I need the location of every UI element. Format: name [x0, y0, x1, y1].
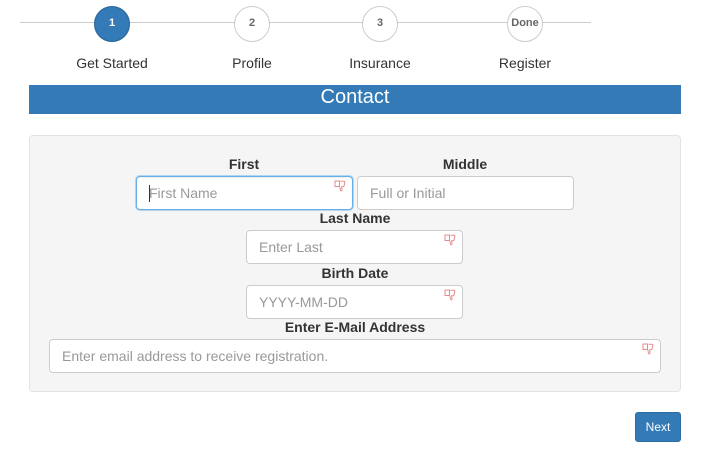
step-1-number: 1: [108, 17, 116, 29]
step-done-number: Done: [511, 17, 539, 29]
birth-date-input[interactable]: [247, 286, 462, 318]
step-4-label: Register: [498, 55, 552, 71]
middle-name-field[interactable]: [357, 176, 574, 210]
text-caret: [149, 185, 150, 202]
first-name-label: First: [228, 156, 260, 172]
step-3-label: Insurance: [349, 55, 411, 71]
step-2-number: 2: [248, 17, 256, 29]
email-input[interactable]: [50, 340, 660, 372]
next-button[interactable]: Next: [635, 412, 681, 442]
section-title: Contact: [29, 85, 681, 114]
thumbs-down-icon: [444, 234, 456, 246]
step-1-circle[interactable]: 1: [94, 6, 130, 42]
thumbs-down-icon: [334, 180, 346, 192]
last-name-label: Last Name: [319, 210, 391, 226]
last-name-input[interactable]: [247, 231, 462, 263]
birth-date-label: Birth Date: [321, 265, 389, 281]
step-2-label: Profile: [232, 55, 272, 71]
last-name-field[interactable]: [246, 230, 463, 264]
first-name-field[interactable]: [136, 176, 353, 210]
thumbs-down-icon: [444, 289, 456, 301]
first-name-input[interactable]: [137, 177, 352, 209]
middle-name-label: Middle: [442, 156, 488, 172]
step-3-number: 3: [376, 17, 384, 29]
step-2-circle[interactable]: 2: [234, 6, 270, 42]
step-3-circle[interactable]: 3: [362, 6, 398, 42]
middle-name-input[interactable]: [358, 177, 573, 209]
thumbs-down-icon: [642, 343, 654, 355]
email-label: Enter E-Mail Address: [284, 319, 426, 335]
birth-date-field[interactable]: [246, 285, 463, 319]
step-1-label: Get Started: [76, 55, 148, 71]
email-field[interactable]: [49, 339, 661, 373]
step-done-circle[interactable]: Done: [507, 6, 543, 42]
